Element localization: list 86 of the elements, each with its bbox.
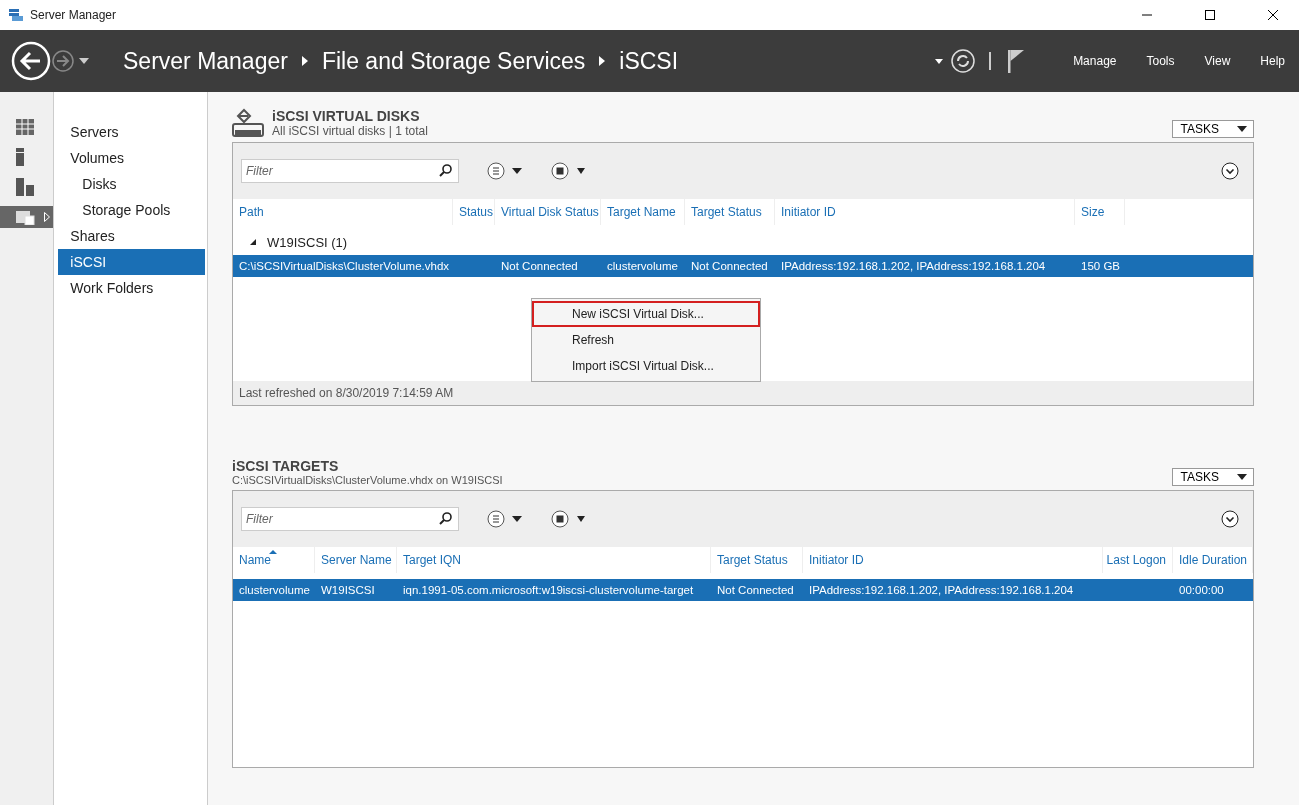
save-options-icon[interactable] bbox=[551, 510, 587, 528]
caret-icon bbox=[1237, 126, 1247, 132]
filter-field[interactable]: Filter bbox=[241, 507, 459, 531]
nav-item[interactable]: Storage Pools bbox=[58, 197, 205, 223]
nav-item[interactable]: Work Folders bbox=[58, 275, 205, 301]
column-header[interactable]: Last Logon bbox=[1103, 547, 1173, 573]
table-cell-text: clustervolume bbox=[606, 260, 679, 272]
breadcrumb-item[interactable]: File and Storage Services bbox=[321, 47, 586, 75]
table-cell-text: W19ISCSI bbox=[320, 584, 376, 596]
menu-item[interactable]: Tools bbox=[1146, 54, 1175, 68]
nav-item[interactable]: Shares bbox=[58, 223, 205, 249]
group-label: W19ISCSI (1) bbox=[267, 234, 348, 250]
column-header[interactable]: Status bbox=[453, 199, 495, 225]
column-header[interactable]: Idle Duration bbox=[1173, 547, 1253, 573]
table-cell-text: Not Connected bbox=[500, 260, 579, 272]
breadcrumb-item[interactable]: iSCSI bbox=[619, 47, 679, 75]
context-menu-item[interactable]: New iSCSI Virtual Disk... bbox=[532, 301, 760, 327]
folder-icon bbox=[16, 209, 36, 225]
table-row[interactable]: C:\iSCSIVirtualDisks\ClusterVolume.vhdx Not Connected clustervolume Not Connected IPAddress:192.168.1.202, IPAddress:192.168.1.204 150 GB bbox=[233, 255, 1253, 277]
rail-item[interactable] bbox=[0, 206, 54, 228]
table-cell-text: IPAddress:192.168.1.202, IPAddress:192.168.1.204 bbox=[808, 584, 1075, 596]
table-cell-text: 00:00:00 bbox=[1178, 584, 1225, 596]
app-icon bbox=[8, 8, 24, 22]
window-title: Server Manager bbox=[30, 8, 117, 22]
nav-item[interactable]: Volumes bbox=[58, 145, 205, 171]
column-header[interactable]: Path bbox=[233, 199, 453, 225]
column-header[interactable]: Size bbox=[1075, 199, 1125, 225]
status-footer: Last refreshed on 8/30/2019 7:14:59 AM bbox=[233, 381, 1253, 405]
back-icon[interactable] bbox=[11, 41, 51, 81]
column-header[interactable]: Target Status bbox=[685, 199, 775, 225]
caret-icon bbox=[1237, 474, 1247, 480]
nav-item[interactable]: Servers bbox=[58, 119, 205, 145]
expand-icon[interactable] bbox=[1221, 510, 1239, 528]
sort-icon bbox=[269, 550, 277, 554]
disk-icon bbox=[232, 108, 264, 138]
table-row[interactable]: clustervolume W19ISCSI iqn.1991-05.com.microsoft:w19iscsi-clustervolume-target Not Connected IPAddress:192.168.1.202, IPAddress:192.168.1.204 00:00:00 bbox=[233, 579, 1253, 601]
menu-item[interactable]: Help bbox=[1260, 54, 1285, 68]
column-header[interactable]: Virtual Disk Status bbox=[495, 199, 601, 225]
expand-icon bbox=[44, 212, 50, 222]
column-header[interactable]: Target Name bbox=[601, 199, 685, 225]
close-icon[interactable] bbox=[1267, 9, 1279, 21]
flag-icon[interactable] bbox=[1007, 49, 1026, 73]
chevron-icon bbox=[599, 56, 606, 66]
expand-icon[interactable] bbox=[1221, 162, 1239, 180]
servers-icon bbox=[16, 178, 34, 196]
column-header[interactable]: Name bbox=[233, 547, 315, 573]
context-menu-item[interactable]: Import iSCSI Virtual Disk... bbox=[532, 353, 760, 379]
section-subtitle: All iSCSI virtual disks | 1 total bbox=[272, 124, 428, 138]
section-subtitle: C:\iSCSIVirtualDisks\ClusterVolume.vhdx on W19ISCSI bbox=[232, 474, 503, 486]
table-cell-text: 150 GB bbox=[1080, 260, 1121, 272]
search-icon bbox=[439, 164, 452, 177]
chevron-icon bbox=[301, 56, 308, 66]
column-header[interactable]: Initiator ID bbox=[775, 199, 1075, 225]
nav-item[interactable]: Disks bbox=[58, 171, 205, 197]
table-cell-text: iqn.1991-05.com.microsoft:w19iscsi-clustervolume-target bbox=[402, 584, 695, 596]
grid-icon bbox=[16, 119, 34, 135]
tasks-button[interactable]: TASKS bbox=[1171, 120, 1254, 138]
section-title: iSCSI TARGETS bbox=[232, 458, 340, 474]
breadcrumb-item[interactable]: Server Manager bbox=[123, 47, 288, 75]
maximize-icon[interactable] bbox=[1204, 9, 1216, 21]
menu-item[interactable]: Manage bbox=[1073, 54, 1117, 68]
forward-icon[interactable] bbox=[51, 49, 75, 73]
column-header[interactable]: Server Name bbox=[315, 547, 397, 573]
list-options-icon[interactable] bbox=[487, 510, 523, 528]
save-options-icon[interactable] bbox=[551, 162, 587, 180]
table-cell-text: C:\iSCSIVirtualDisks\ClusterVolume.vhdx bbox=[238, 260, 451, 272]
context-menu-item[interactable]: Refresh bbox=[532, 327, 760, 353]
table-cell-text: Not Connected bbox=[716, 584, 795, 596]
column-header[interactable]: Initiator ID bbox=[803, 547, 1103, 573]
server-icon bbox=[16, 148, 24, 166]
menu-item[interactable]: View bbox=[1204, 54, 1231, 68]
table-cell-text: clustervolume bbox=[238, 584, 311, 596]
filter-field[interactable]: Filter bbox=[241, 159, 459, 183]
nav-item[interactable]: iSCSI bbox=[58, 249, 205, 275]
column-header[interactable]: Target IQN bbox=[397, 547, 711, 573]
column-header[interactable]: Target Status bbox=[711, 547, 803, 573]
tasks-button[interactable]: TASKS bbox=[1171, 468, 1254, 486]
section-title: iSCSI VIRTUAL DISKS bbox=[272, 108, 421, 124]
search-icon bbox=[439, 512, 452, 525]
table-cell-text: IPAddress:192.168.1.202, IPAddress:192.168.1.204 bbox=[780, 260, 1047, 272]
caret-icon[interactable] bbox=[935, 58, 944, 64]
caret-icon[interactable] bbox=[79, 58, 89, 64]
table-cell-text: Not Connected bbox=[690, 260, 769, 272]
list-options-icon[interactable] bbox=[487, 162, 523, 180]
collapse-icon[interactable] bbox=[249, 238, 257, 246]
refresh-icon[interactable] bbox=[951, 49, 976, 73]
